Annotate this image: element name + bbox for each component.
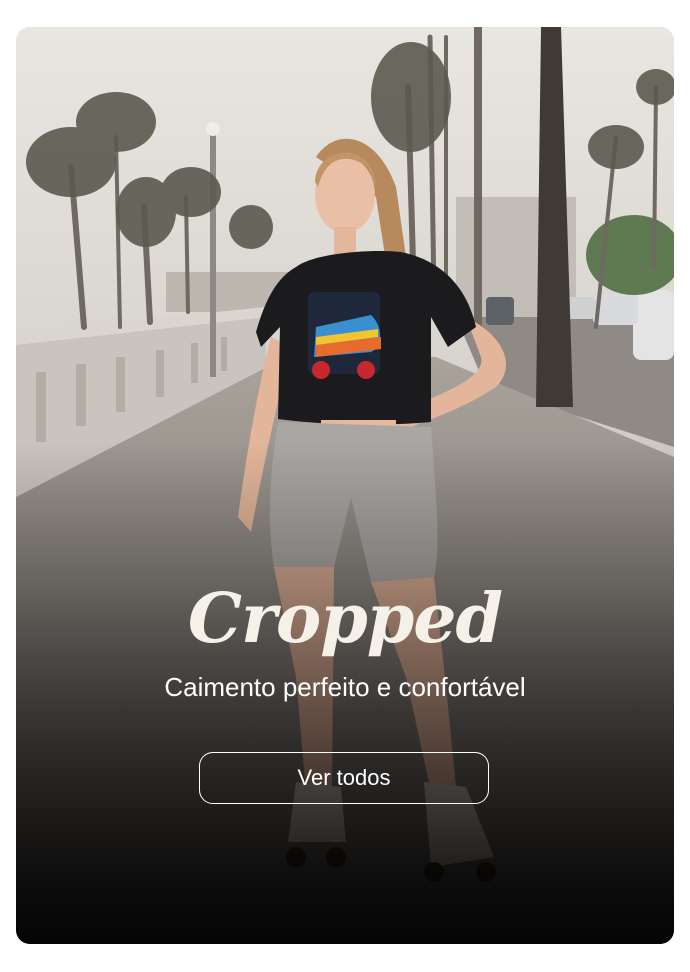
gradient-overlay bbox=[16, 27, 674, 944]
see-all-button[interactable]: Ver todos bbox=[199, 752, 489, 804]
banner-subtitle: Caimento perfeito e confortável bbox=[164, 672, 526, 702]
banner-title: Cropped bbox=[187, 579, 503, 659]
hero-banner-card[interactable]: Cropped Caimento perfeito e confortável … bbox=[16, 27, 674, 944]
banner-content: Cropped Caimento perfeito e confortável bbox=[16, 579, 674, 703]
